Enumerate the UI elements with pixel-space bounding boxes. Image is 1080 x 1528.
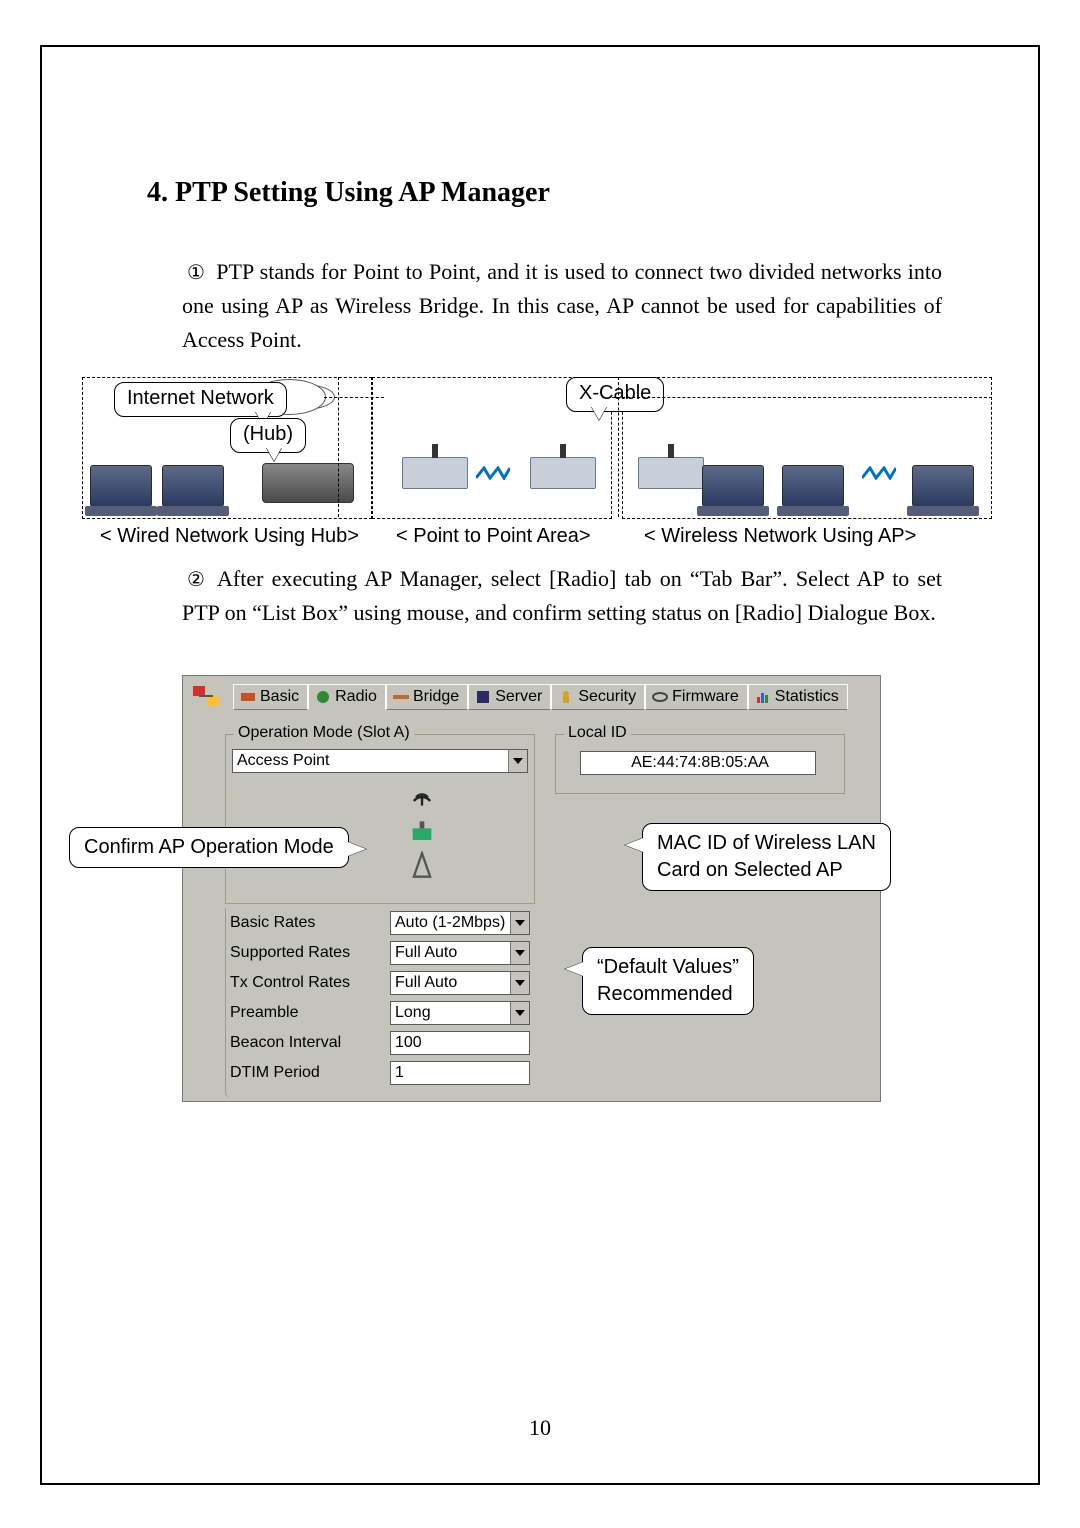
laptop-icon <box>702 465 764 507</box>
tab-bar: Basic Radio Bridge Server Security <box>183 676 880 710</box>
beacon-interval-input[interactable]: 100 <box>390 1031 530 1055</box>
callout-mac-id: MAC ID of Wireless LAN Card on Selected … <box>642 823 891 891</box>
group-legend: Local ID <box>564 724 631 742</box>
tab-security[interactable]: Security <box>551 684 645 710</box>
tab-basic[interactable]: Basic <box>233 684 308 710</box>
server-icon <box>475 689 491 705</box>
laptop-icon <box>782 465 844 507</box>
zone-caption-wireless: < Wireless Network Using AP> <box>644 525 916 548</box>
section-title: 4. PTP Setting Using AP Manager <box>147 177 550 209</box>
security-icon <box>558 689 574 705</box>
local-id-value: AE:44:74:8B:05:AA <box>580 751 816 775</box>
tab-server[interactable]: Server <box>468 684 551 710</box>
zone-caption-ptp: < Point to Point Area> <box>396 525 591 548</box>
tab-label: Server <box>495 688 542 706</box>
dropdown-value: Full Auto <box>395 974 457 991</box>
tab-firmware[interactable]: Firmware <box>645 684 748 710</box>
tab-bridge[interactable]: Bridge <box>386 684 468 710</box>
antenna-icon <box>408 787 436 815</box>
tab-statistics[interactable]: Statistics <box>748 684 848 710</box>
dropdown-button[interactable] <box>510 942 529 964</box>
list-marker-2: ② <box>182 565 210 596</box>
app-icon <box>191 682 221 712</box>
tab-label: Statistics <box>775 688 839 706</box>
callout-confirm-opmode: Confirm AP Operation Mode <box>69 827 349 868</box>
laptop-icon <box>912 465 974 507</box>
network-diagram: Internet Network (Hub) X-Cable < <box>62 337 1007 547</box>
tab-label: Basic <box>260 688 299 706</box>
dtim-period-label: DTIM Period <box>226 1064 390 1082</box>
laptop-icon <box>162 465 224 507</box>
dropdown-value: Access Point <box>237 752 329 769</box>
tx-control-rates-dropdown[interactable]: Full Auto <box>390 971 530 995</box>
chevron-down-icon <box>515 950 525 956</box>
group-local-id: Local ID AE:44:74:8B:05:AA <box>555 734 845 794</box>
basic-rates-label: Basic Rates <box>226 914 390 932</box>
device-icon <box>408 819 436 847</box>
tx-control-rates-label: Tx Control Rates <box>226 974 390 992</box>
callout-line: MAC ID of Wireless LAN <box>657 832 876 854</box>
ap-device-icon <box>638 457 704 489</box>
wireless-zigzag-icon <box>476 463 510 477</box>
list-marker-1: ① <box>182 258 210 289</box>
callout-xcable: X-Cable <box>566 377 664 412</box>
ap-device-icon <box>530 457 596 489</box>
callout-line: “Default Values” <box>597 956 739 978</box>
tower-icon <box>408 851 436 879</box>
laptop-icon <box>90 465 152 507</box>
dashed-connector <box>612 397 992 398</box>
supported-rates-label: Supported Rates <box>226 944 390 962</box>
callout-hub: (Hub) <box>230 418 306 453</box>
dtim-period-input[interactable]: 1 <box>390 1061 530 1085</box>
chevron-down-icon <box>513 758 523 764</box>
preamble-label: Preamble <box>226 1004 390 1022</box>
tab-label: Bridge <box>413 688 459 706</box>
dashed-connector <box>618 377 619 517</box>
basic-rates-dropdown[interactable]: Auto (1-2Mbps) <box>390 911 530 935</box>
tab-radio[interactable]: Radio <box>308 684 386 710</box>
page-number: 10 <box>42 1415 1038 1441</box>
dropdown-value: Full Auto <box>395 944 457 961</box>
supported-rates-dropdown[interactable]: Full Auto <box>390 941 530 965</box>
callout-internet: Internet Network <box>114 382 287 417</box>
group-operation-mode: Operation Mode (Slot A) Access Point <box>225 734 535 904</box>
preamble-dropdown[interactable]: Long <box>390 1001 530 1025</box>
dropdown-value: Long <box>395 1004 431 1021</box>
dropdown-button[interactable] <box>508 750 527 772</box>
hub-device-icon <box>262 463 354 503</box>
dashed-connector <box>338 377 339 517</box>
tab-label: Radio <box>335 688 377 706</box>
dropdown-button[interactable] <box>510 972 529 994</box>
dropdown-button[interactable] <box>510 1002 529 1024</box>
dropdown-button[interactable] <box>510 912 529 934</box>
callout-line: Recommended <box>597 983 733 1005</box>
dropdown-value: Auto (1-2Mbps) <box>395 914 505 931</box>
callout-line: Card on Selected AP <box>657 859 843 881</box>
dashed-connector <box>324 397 384 398</box>
radio-icon <box>315 689 331 705</box>
wireless-zigzag-icon <box>862 463 896 477</box>
tab-label: Firmware <box>672 688 739 706</box>
chevron-down-icon <box>515 980 525 986</box>
tab-label: Security <box>578 688 636 706</box>
ap-device-icon <box>402 457 468 489</box>
operation-mode-dropdown[interactable]: Access Point <box>232 749 528 773</box>
callout-default-values: “Default Values” Recommended <box>582 947 754 1015</box>
bridge-icon <box>393 689 409 705</box>
paragraph-2-text: After executing AP Manager, select [Radi… <box>182 566 942 625</box>
statistics-icon <box>755 689 771 705</box>
paragraph-2: ② After executing AP Manager, select [Ra… <box>182 562 942 630</box>
chevron-down-icon <box>515 1010 525 1016</box>
basic-icon <box>240 689 256 705</box>
beacon-interval-label: Beacon Interval <box>226 1034 390 1052</box>
firmware-icon <box>652 689 668 705</box>
zone-caption-wired: < Wired Network Using Hub> <box>100 525 359 548</box>
group-legend: Operation Mode (Slot A) <box>234 724 414 742</box>
chevron-down-icon <box>515 920 525 926</box>
